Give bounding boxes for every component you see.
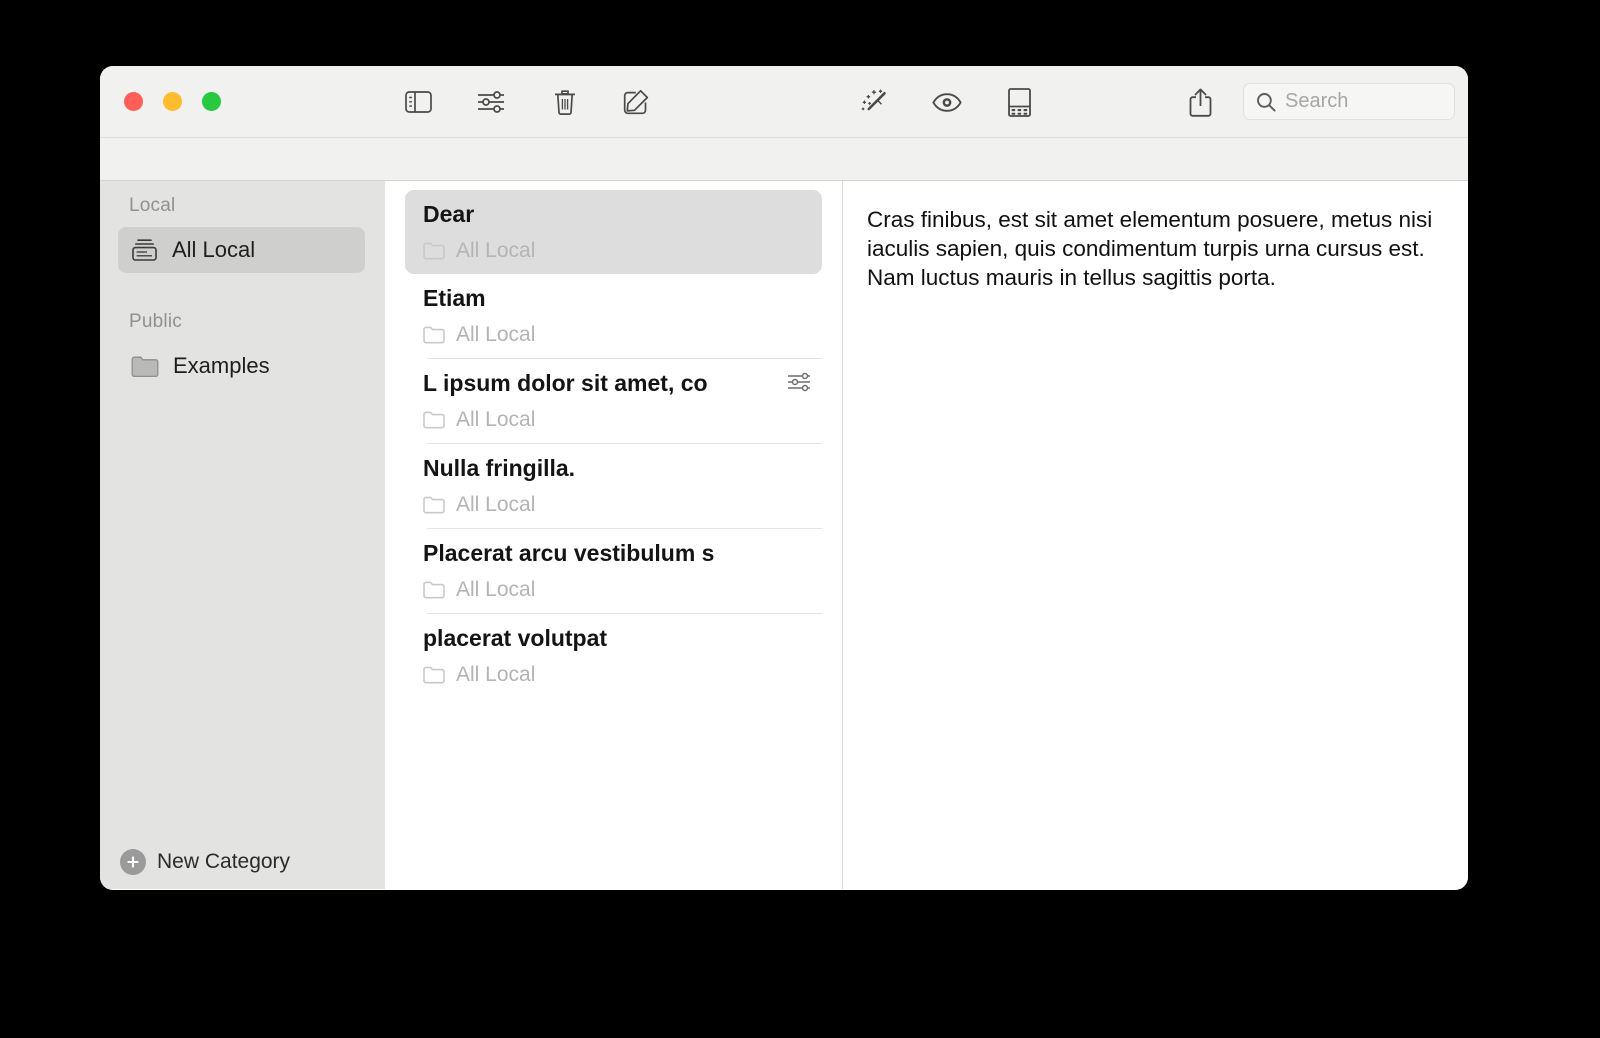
sidebar-icon (404, 91, 432, 113)
folder-icon (423, 411, 445, 429)
note-folder: All Local (456, 578, 536, 601)
delete-button[interactable] (546, 83, 584, 121)
note-title: Etiam (423, 285, 486, 311)
note-title: Placerat arcu vestibulum s (423, 540, 715, 566)
minimize-window-button[interactable] (163, 92, 182, 111)
list-item[interactable]: Nulla fringilla. All Local (405, 444, 822, 528)
note-detail[interactable]: Cras finibus, est sit amet elementum pos… (843, 181, 1468, 889)
sidebar-section-local-title: Local (129, 195, 176, 216)
new-category-button[interactable]: New Category (120, 849, 290, 875)
list-item[interactable]: Placerat arcu vestibulum s All Local (405, 529, 822, 613)
sliders-icon[interactable] (787, 372, 811, 397)
note-title: Dear (423, 201, 475, 227)
search-icon (1256, 92, 1276, 112)
magic-button[interactable] (855, 83, 893, 121)
list-item[interactable]: placerat volutpat All Local (405, 614, 822, 698)
subtoolbar (100, 138, 1468, 181)
note-title: Nulla fringilla. (423, 455, 576, 481)
filter-button[interactable] (472, 83, 510, 121)
folder-icon (423, 242, 445, 260)
new-note-button[interactable] (617, 83, 655, 121)
folder-icon (131, 355, 159, 378)
note-folder: All Local (456, 663, 536, 686)
sidebar-section-public-title: Public (129, 311, 182, 332)
folder-icon (423, 326, 445, 344)
note-meta: All Local (405, 663, 822, 698)
note-title: L ipsum dolor sit amet, co (423, 370, 708, 396)
note-title: placerat volutpat (423, 625, 608, 651)
share-button[interactable] (1181, 83, 1219, 121)
note-folder: All Local (456, 323, 536, 346)
sidebar-item-all-local[interactable]: All Local (118, 227, 365, 273)
folder-icon (423, 496, 445, 514)
sidebar-item-label: All Local (172, 237, 256, 262)
app-window: Search Local All Local Public Examples N… (100, 66, 1468, 890)
note-body-text: Cras finibus, est sit amet elementum pos… (867, 207, 1433, 290)
plus-circle-icon (120, 849, 146, 875)
close-window-button[interactable] (124, 92, 143, 111)
sidebar-item-examples[interactable]: Examples (118, 343, 365, 389)
note-meta: All Local (405, 239, 822, 274)
preview-button[interactable] (928, 83, 966, 121)
note-folder: All Local (456, 493, 536, 516)
zoom-window-button[interactable] (202, 92, 221, 111)
titlebar: Search (100, 66, 1468, 138)
list-item[interactable]: Etiam All Local (405, 274, 822, 358)
note-meta: All Local (405, 493, 822, 528)
screen: Search Local All Local Public Examples N… (0, 0, 1600, 1038)
list-item[interactable]: Dear All Local (405, 190, 822, 274)
toggle-sidebar-button[interactable] (399, 83, 437, 121)
note-list: Dear All Local Etiam All Local L ipsum d… (385, 181, 843, 889)
traffic-lights (124, 92, 221, 111)
window-body: Local All Local Public Examples New Cate… (100, 181, 1468, 889)
search-field[interactable]: Search (1243, 83, 1455, 120)
folder-icon (423, 666, 445, 684)
folder-icon (423, 581, 445, 599)
magic-wand-icon (861, 89, 888, 116)
archive-tray-icon (131, 238, 158, 262)
share-icon (1189, 88, 1212, 117)
note-meta: All Local (405, 408, 822, 443)
sidebar: Local All Local Public Examples New Cate… (100, 181, 385, 889)
note-meta: All Local (405, 323, 822, 358)
note-folder: All Local (456, 408, 536, 431)
note-meta: All Local (405, 578, 822, 613)
sidebar-item-label: Examples (173, 353, 270, 378)
search-input-placeholder[interactable]: Search (1285, 90, 1348, 113)
note-folder: All Local (456, 239, 536, 262)
sliders-icon (477, 90, 505, 114)
keyboard-button[interactable] (1000, 83, 1038, 121)
toolbar: Search (100, 66, 1468, 138)
trash-icon (553, 89, 577, 116)
eye-icon (932, 92, 962, 113)
compose-icon (623, 89, 649, 115)
list-item[interactable]: L ipsum dolor sit amet, co All Local (405, 359, 822, 443)
note-keyboard-icon (1007, 87, 1031, 117)
new-category-label: New Category (157, 850, 291, 873)
